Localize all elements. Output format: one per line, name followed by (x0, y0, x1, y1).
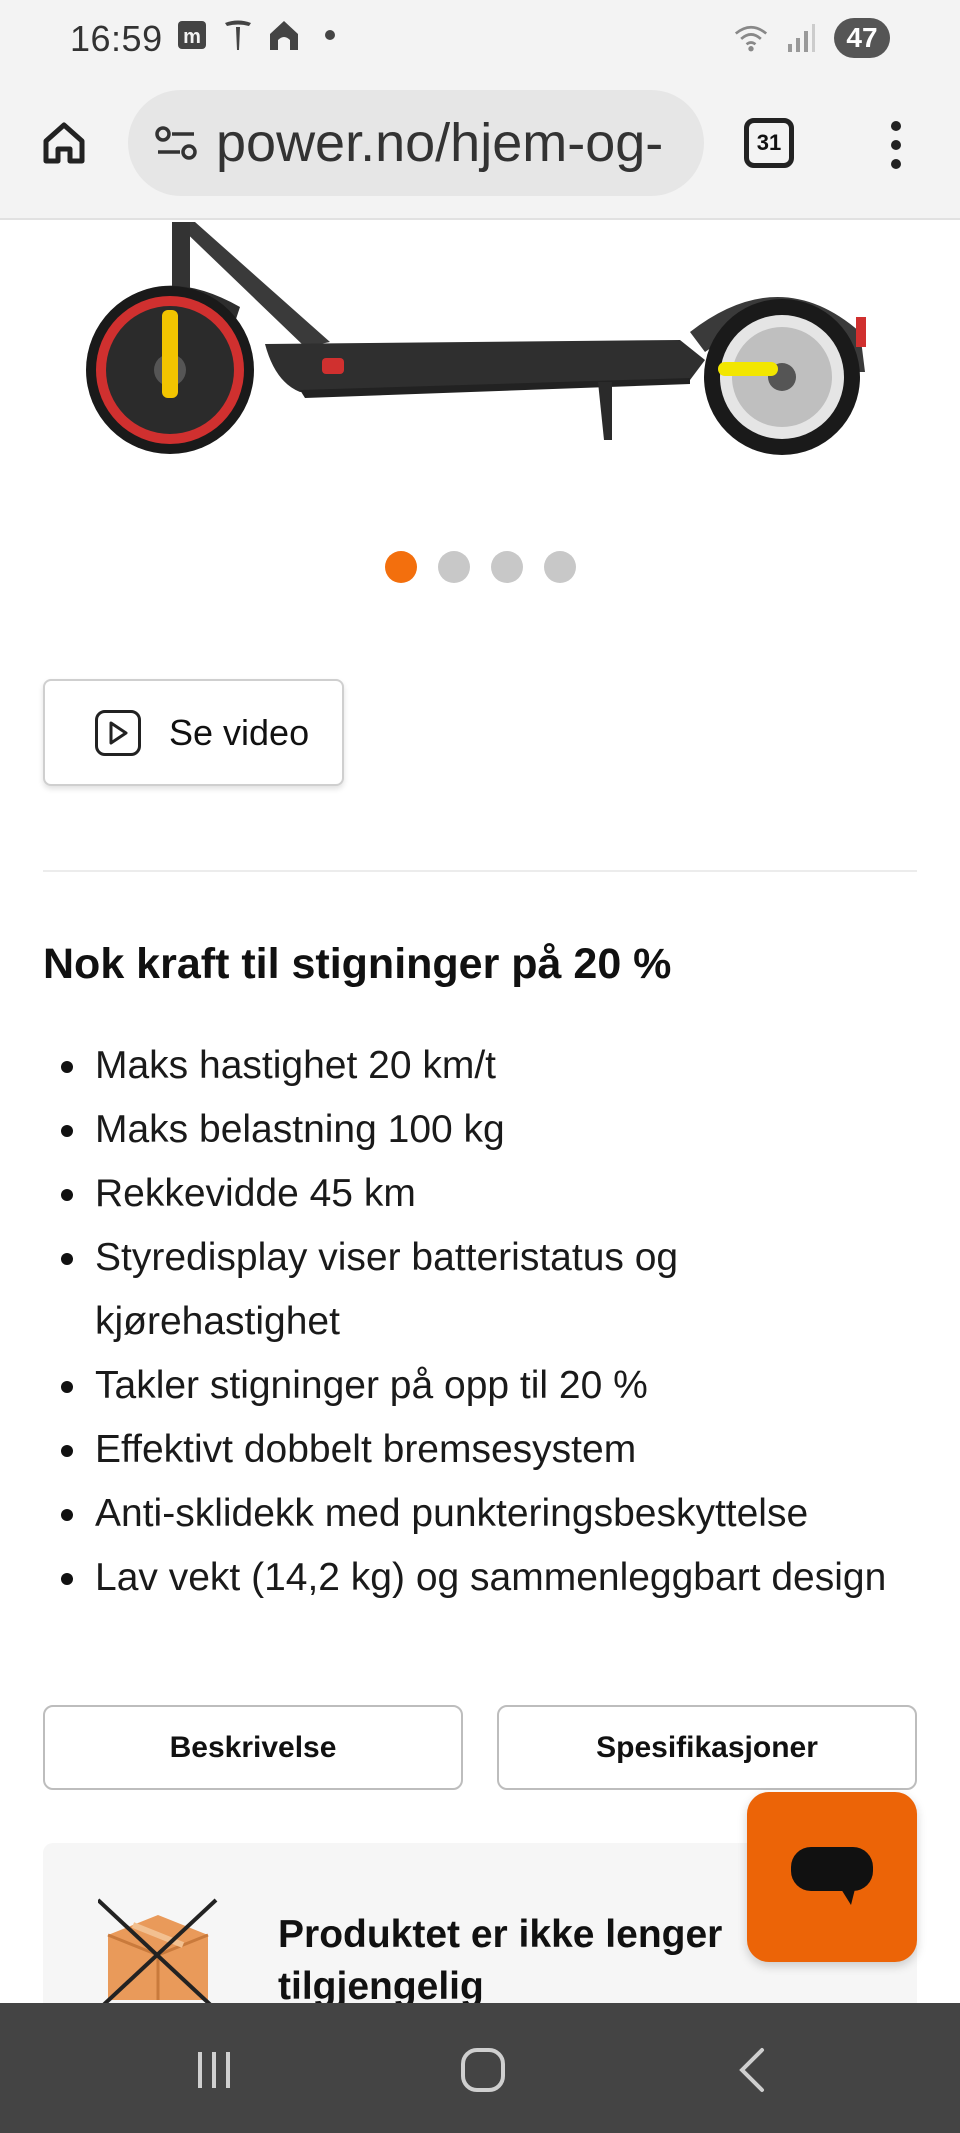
feature-item: Effektivt dobbelt bremsesystem (43, 1418, 923, 1482)
product-image[interactable] (0, 222, 960, 482)
recent-apps-icon (198, 2052, 230, 2088)
tab-switcher-button[interactable]: 31 (744, 118, 794, 168)
status-bar: 16:59 m 47 (0, 0, 960, 80)
chat-bubble-icon (791, 1847, 873, 1905)
site-settings-icon[interactable] (148, 115, 204, 171)
back-chevron-icon (739, 2048, 764, 2092)
feature-item: Maks belastning 100 kg (43, 1098, 923, 1162)
system-navigation-bar (0, 2003, 960, 2133)
back-button[interactable] (722, 2043, 782, 2097)
notification-icons: m (175, 18, 347, 52)
section-heading: Nok kraft til stigninger på 20 % (43, 940, 672, 988)
home-icon (43, 122, 85, 164)
carousel-dot[interactable] (437, 551, 470, 583)
carousel-dot[interactable] (543, 551, 576, 583)
see-video-button[interactable]: Se video (43, 679, 344, 786)
feature-item: Takler stigninger på opp til 20 % (43, 1354, 923, 1418)
home-app-icon (267, 18, 301, 52)
url-text: power.no/hjem-og- (216, 113, 664, 173)
address-bar[interactable]: power.no/hjem-og- (128, 90, 704, 196)
signal-icon (784, 21, 818, 55)
description-tab-button[interactable]: Beskrivelse (43, 1705, 463, 1790)
feature-list: Maks hastighet 20 km/t Maks belastning 1… (43, 1034, 923, 1610)
svg-text:m: m (183, 26, 201, 48)
status-time: 16:59 (70, 18, 163, 59)
menu-dot-icon (891, 121, 901, 131)
divider (43, 870, 917, 872)
home-circle-icon (461, 2048, 505, 2092)
browser-toolbar: power.no/hjem-og- 31 (0, 80, 960, 220)
specifications-tab-button[interactable]: Spesifikasjoner (497, 1705, 917, 1790)
menu-dot-icon (891, 159, 901, 169)
battery-indicator: 47 (834, 18, 890, 58)
carousel-dot-active[interactable] (384, 551, 417, 583)
see-video-label: Se video (169, 711, 310, 753)
carousel-dots (0, 551, 960, 583)
tesla-icon (221, 18, 255, 52)
recent-apps-button[interactable] (184, 2043, 244, 2097)
menu-dot-icon (891, 140, 901, 150)
feature-item: Styredisplay viser batteristatus og kjør… (43, 1226, 923, 1354)
unavailable-box-icon (96, 1895, 218, 2012)
feature-item: Maks hastighet 20 km/t (43, 1034, 923, 1098)
home-nav-button[interactable] (453, 2043, 513, 2097)
feature-item: Lav vekt (14,2 kg) og sammenleggbart des… (43, 1546, 923, 1610)
system-icons: 47 (734, 18, 890, 58)
play-icon (95, 709, 141, 756)
more-menu-button[interactable] (878, 115, 914, 175)
feature-item: Rekkevidde 45 km (43, 1162, 923, 1226)
chat-button[interactable] (747, 1792, 917, 1962)
m-app-icon: m (175, 18, 209, 52)
unavailable-message: Produktet er ikke lenger tilgjengelig (278, 1913, 723, 2008)
dot-icon (313, 18, 347, 52)
home-button[interactable] (36, 115, 92, 171)
scooter-image (86, 222, 866, 455)
feature-item: Anti-sklidekk med punkteringsbeskyttelse (43, 1482, 923, 1546)
carousel-dot[interactable] (490, 551, 523, 583)
wifi-icon (734, 21, 768, 55)
